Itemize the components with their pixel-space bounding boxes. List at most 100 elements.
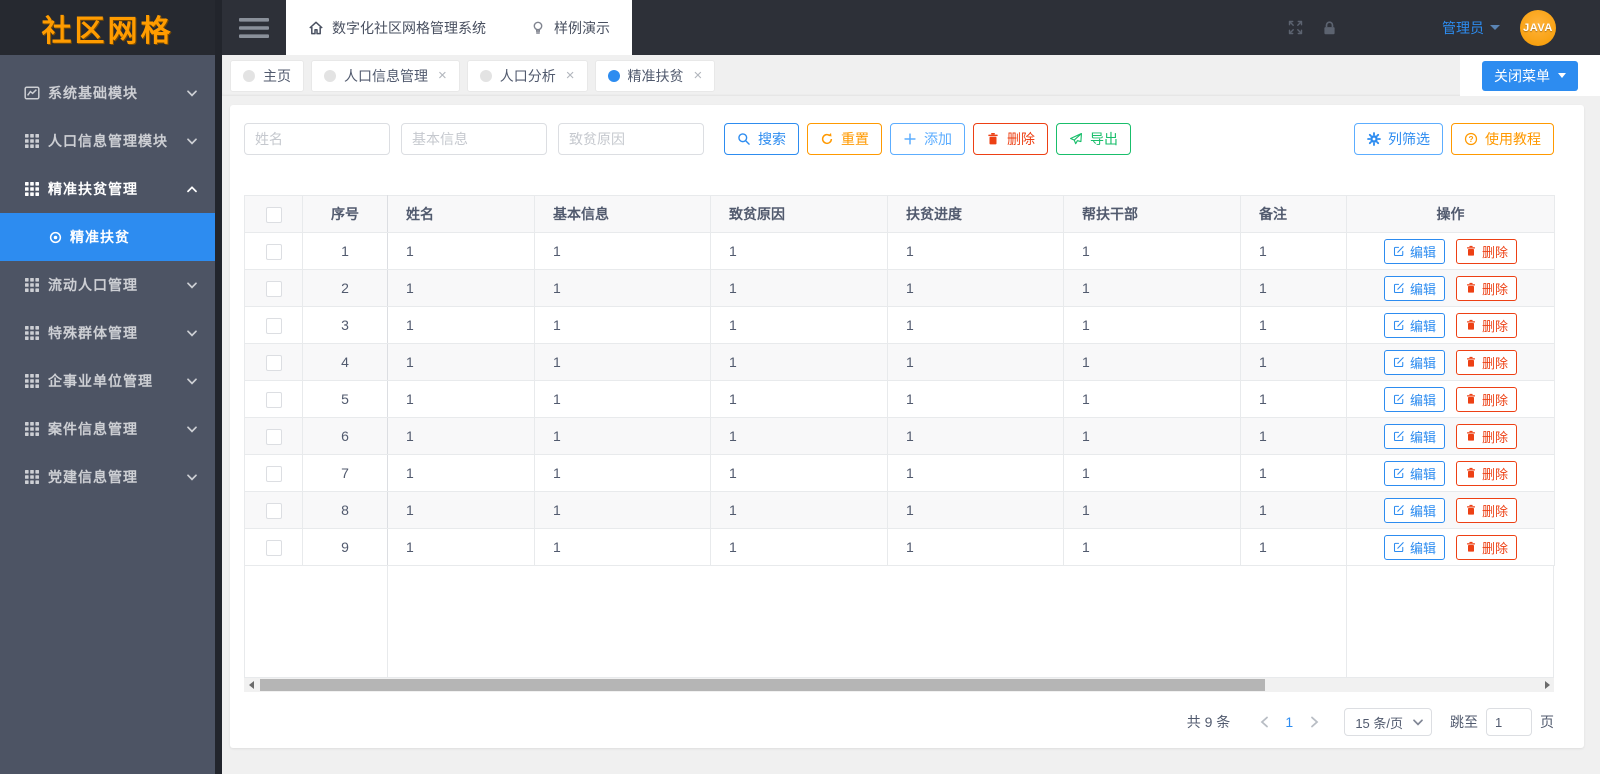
tutorial-button[interactable]: 使用教程 xyxy=(1451,123,1554,155)
row-edit-button[interactable]: 编辑 xyxy=(1384,460,1446,486)
cell-cadre: 1 xyxy=(1063,306,1241,344)
delete-button[interactable]: 删除 xyxy=(973,123,1048,155)
row-select-cell xyxy=(244,528,303,566)
page-size-select[interactable]: 15 条/页 xyxy=(1344,708,1432,736)
row-edit-button[interactable]: 编辑 xyxy=(1384,238,1446,264)
collapse-menu-button[interactable] xyxy=(222,0,286,55)
row-edit-button[interactable]: 编辑 xyxy=(1384,534,1446,560)
scrollbar-thumb[interactable] xyxy=(260,679,1265,691)
cell-index: 5 xyxy=(302,380,388,418)
tab-close-icon[interactable]: × xyxy=(566,68,575,83)
row-checkbox[interactable] xyxy=(265,243,282,260)
row-delete-button[interactable]: 删除 xyxy=(1455,460,1517,486)
select-all-checkbox[interactable] xyxy=(265,206,282,223)
row-checkbox[interactable] xyxy=(265,502,282,519)
grid-icon xyxy=(25,182,39,196)
scrollbar-track[interactable] xyxy=(258,678,1540,692)
cell-index: 1 xyxy=(302,232,388,270)
row-delete-button[interactable]: 删除 xyxy=(1455,238,1517,264)
cell-remark: 1 xyxy=(1240,380,1347,418)
sidebar-item-population-module[interactable]: 人口信息管理模块 xyxy=(0,117,215,165)
chevron-down-icon xyxy=(187,425,197,432)
cell-cadre: 1 xyxy=(1063,232,1241,270)
trash-icon xyxy=(1466,393,1475,404)
edit-icon xyxy=(1394,320,1404,331)
row-edit-button[interactable]: 编辑 xyxy=(1384,312,1446,338)
sidebar-subitem-poverty[interactable]: 精准扶贫 xyxy=(0,213,215,261)
trash-icon xyxy=(1466,319,1475,330)
row-checkbox[interactable] xyxy=(265,465,282,482)
tab-poverty-active[interactable]: 精准扶贫 × xyxy=(594,59,716,92)
row-delete-button[interactable]: 删除 xyxy=(1455,275,1517,301)
poverty-cause-filter-input[interactable] xyxy=(558,123,704,155)
reset-button[interactable]: 重置 xyxy=(807,123,882,155)
name-filter-input[interactable] xyxy=(244,123,390,155)
avatar[interactable]: JAVA xyxy=(1520,9,1556,46)
row-delete-button[interactable]: 删除 xyxy=(1455,423,1517,449)
row-checkbox[interactable] xyxy=(265,280,282,297)
row-delete-button[interactable]: 删除 xyxy=(1455,386,1517,412)
top-menu-item-demo[interactable]: 样例演示 xyxy=(508,0,632,55)
cell-poverty-cause: 1 xyxy=(710,528,888,566)
row-edit-button[interactable]: 编辑 xyxy=(1384,349,1446,375)
export-label: 导出 xyxy=(1090,131,1118,147)
sidebar-item-system-base[interactable]: 系统基础模块 xyxy=(0,69,215,117)
tab-population-analysis[interactable]: 人口分析 × xyxy=(466,59,588,92)
search-button[interactable]: 搜索 xyxy=(724,123,799,155)
scroll-right-button[interactable] xyxy=(1540,678,1554,692)
page-content: 搜索 重置 添加 删除 xyxy=(222,96,1600,774)
row-delete-button[interactable]: 删除 xyxy=(1455,349,1517,375)
cell-actions: 编辑 删除 xyxy=(1346,491,1555,529)
user-dropdown[interactable]: 管理员 xyxy=(1442,0,1500,55)
export-button[interactable]: 导出 xyxy=(1056,123,1131,155)
lock-screen-button[interactable] xyxy=(1312,0,1346,55)
sidebar-item-party-building[interactable]: 党建信息管理 xyxy=(0,453,215,501)
tab-close-icon[interactable]: × xyxy=(694,68,703,83)
row-checkbox[interactable] xyxy=(265,539,282,556)
tab-dot-icon xyxy=(479,69,492,82)
row-delete-button[interactable]: 删除 xyxy=(1455,534,1517,560)
row-checkbox[interactable] xyxy=(265,317,282,334)
row-checkbox[interactable] xyxy=(265,391,282,408)
tab-close-icon[interactable]: × xyxy=(438,68,447,83)
tab-home[interactable]: 主页 xyxy=(230,59,304,92)
sidebar-item-special-groups[interactable]: 特殊群体管理 xyxy=(0,309,215,357)
row-edit-button[interactable]: 编辑 xyxy=(1384,497,1446,523)
page-number-current[interactable]: 1 xyxy=(1276,714,1302,730)
column-filter-button[interactable]: 列筛选 xyxy=(1354,123,1443,155)
sidebar-item-case-info[interactable]: 案件信息管理 xyxy=(0,405,215,453)
top-menu-item-system[interactable]: 数字化社区网格管理系统 xyxy=(286,0,508,55)
scroll-left-button[interactable] xyxy=(244,678,258,692)
cell-actions: 编辑 删除 xyxy=(1346,269,1555,307)
tab-label: 人口分析 xyxy=(499,67,556,84)
add-button[interactable]: 添加 xyxy=(890,123,965,155)
row-edit-label: 编辑 xyxy=(1410,429,1437,445)
sidebar-item-poverty-management[interactable]: 精准扶贫管理 xyxy=(0,165,215,213)
sidebar-item-enterprise-units[interactable]: 企事业单位管理 xyxy=(0,357,215,405)
table-row: 1 1 1 1 1 1 1 编辑 删除 xyxy=(244,232,1555,270)
row-delete-button[interactable]: 删除 xyxy=(1455,497,1517,523)
sidebar-subitem-label: 精准扶贫 xyxy=(70,229,130,245)
row-checkbox[interactable] xyxy=(265,354,282,371)
row-checkbox[interactable] xyxy=(265,428,282,445)
row-select-cell xyxy=(244,343,303,381)
cell-progress: 1 xyxy=(887,269,1064,307)
tab-population-info[interactable]: 人口信息管理 × xyxy=(311,59,460,92)
fullscreen-button[interactable] xyxy=(1278,0,1312,55)
basic-info-filter-input[interactable] xyxy=(401,123,547,155)
row-edit-button[interactable]: 编辑 xyxy=(1384,275,1446,301)
row-delete-label: 删除 xyxy=(1481,540,1508,556)
prev-page-button[interactable] xyxy=(1252,710,1276,734)
column-header-basic-info: 基本信息 xyxy=(534,195,711,233)
next-page-button[interactable] xyxy=(1302,710,1326,734)
table-empty-area xyxy=(244,566,1554,678)
triangle-right-icon xyxy=(1544,681,1550,689)
sidebar-item-floating-population[interactable]: 流动人口管理 xyxy=(0,261,215,309)
row-edit-button[interactable]: 编辑 xyxy=(1384,423,1446,449)
row-delete-label: 删除 xyxy=(1481,244,1508,260)
jump-page-input[interactable] xyxy=(1486,708,1532,736)
row-delete-button[interactable]: 删除 xyxy=(1455,312,1517,338)
close-menu-button[interactable]: 关闭菜单 xyxy=(1482,60,1578,91)
top-menu: 数字化社区网格管理系统 样例演示 xyxy=(286,0,632,55)
row-edit-button[interactable]: 编辑 xyxy=(1384,386,1446,412)
